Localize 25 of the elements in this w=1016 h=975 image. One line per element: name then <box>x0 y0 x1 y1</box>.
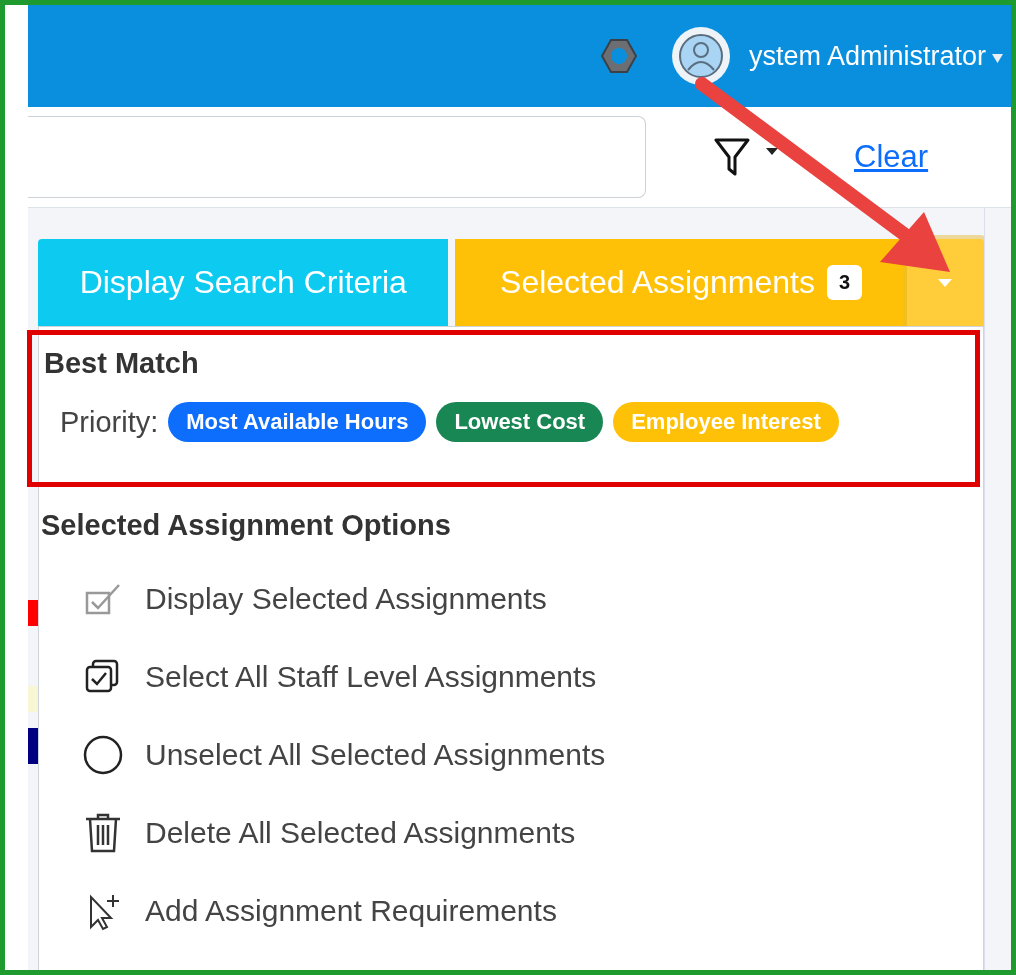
priority-label: Priority: <box>60 405 159 439</box>
user-avatar-icon[interactable] <box>670 26 731 86</box>
row-marker <box>28 600 38 626</box>
priority-tag: Most Available Hours <box>168 402 427 442</box>
circle-icon <box>81 733 125 777</box>
section-title: Selected Assignment Options <box>41 509 452 542</box>
menu-item[interactable]: Delete All Selected Assignments <box>39 794 983 872</box>
row-marker <box>28 686 38 712</box>
priority-tag: Employee Interest <box>613 402 839 442</box>
clear-link[interactable]: Clear <box>854 139 929 175</box>
menu-item[interactable]: Add Assignment Requirements <box>39 872 983 950</box>
section-title: Best Match <box>44 347 200 380</box>
menu-item[interactable]: Select All Staff Level Assignments <box>39 638 983 716</box>
caret-icon[interactable] <box>766 147 778 155</box>
menu-item[interactable]: Unselect All Selected Assignments <box>39 716 983 794</box>
count-badge: 3 <box>826 265 862 300</box>
menu-item[interactable]: Display Selected Assignments <box>39 560 983 638</box>
priority-tag: Lowest Cost <box>436 402 604 442</box>
action-button[interactable]: Selected Assignments 3 <box>455 239 907 326</box>
filter-icon[interactable] <box>714 137 750 177</box>
gear-icon[interactable] <box>598 36 639 76</box>
row-marker <box>28 728 38 764</box>
user-menu[interactable]: ystem Administrator <box>748 40 986 72</box>
caret-icon <box>938 278 953 287</box>
search-field[interactable] <box>28 116 646 198</box>
